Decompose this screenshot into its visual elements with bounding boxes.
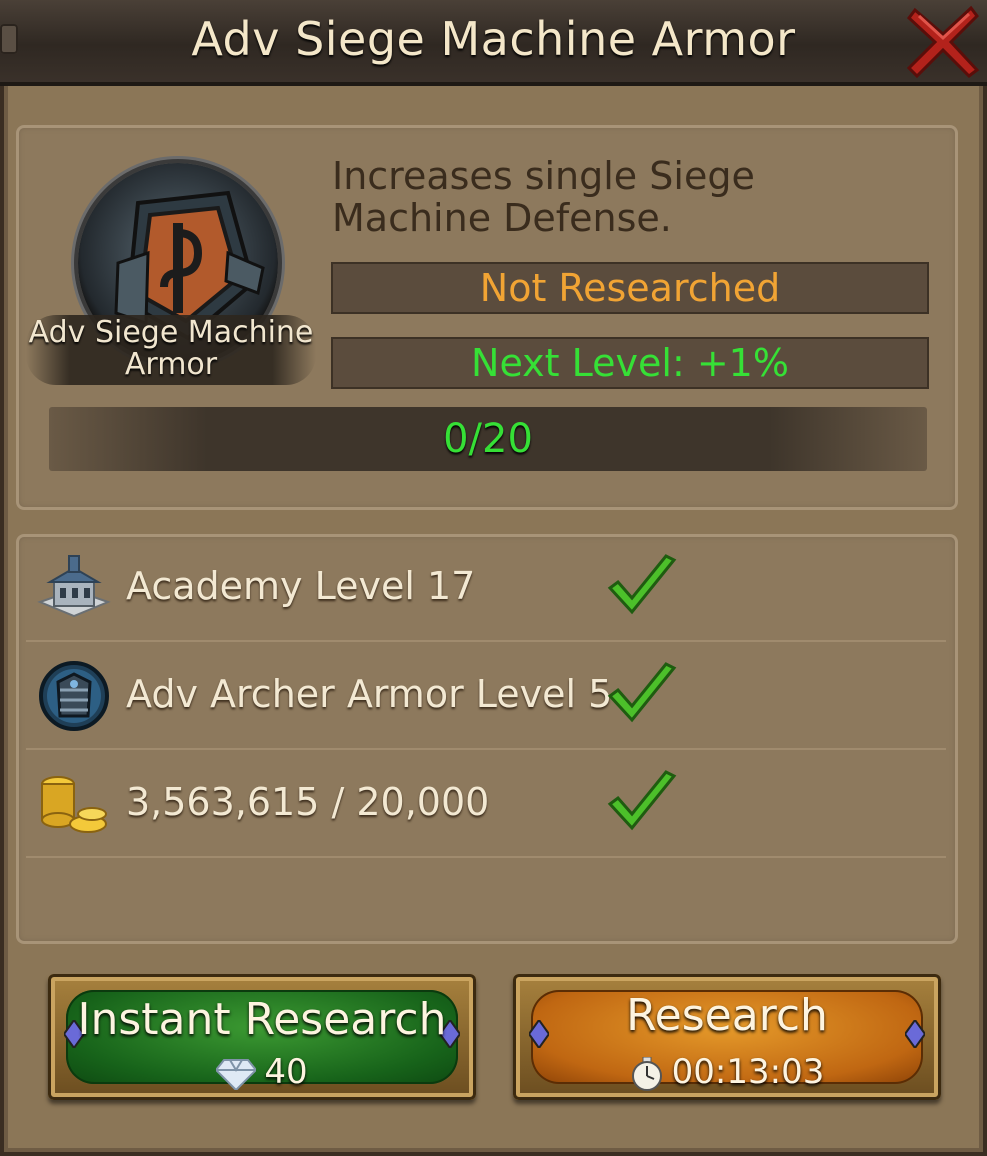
check-icon	[607, 554, 677, 615]
research-progress-bar: 0/20	[49, 407, 927, 471]
title-bar: Adv Siege Machine Armor	[0, 0, 987, 86]
requirement-row: Adv Archer Armor Level 5	[26, 642, 946, 750]
requirement-row: 3,563,615 / 20,000	[26, 750, 946, 858]
progress-text: 0/20	[443, 416, 533, 462]
requirement-row: Academy Level 17	[26, 534, 946, 642]
research-detail-window: Adv Siege Machine Armor Adv Siege Machin…	[0, 0, 987, 1156]
check-icon	[607, 662, 677, 723]
instant-research-cost: 40	[48, 1052, 476, 1092]
stopwatch-icon	[631, 1056, 662, 1091]
next-level-bonus: Next Level: +1%	[331, 337, 929, 389]
research-status: Not Researched	[331, 262, 929, 314]
research-info-panel: Adv Siege Machine Armor Increases single…	[16, 125, 958, 510]
academy-building-icon	[37, 555, 111, 618]
gem-icon	[216, 1058, 257, 1090]
instant-research-label: Instant Research	[77, 994, 447, 1045]
gold-coins-icon	[41, 776, 107, 833]
close-button[interactable]	[905, 4, 981, 80]
archer-armor-icon	[39, 661, 109, 731]
requirement-text: Academy Level 17	[126, 564, 476, 608]
requirements-panel: Academy Level 17 Adv Archer Armor Level …	[16, 534, 958, 944]
research-description: Increases single Siege Machine Defense.	[332, 154, 755, 240]
research-item-name: Adv Siege Machine Armor	[26, 315, 316, 385]
close-icon	[906, 5, 980, 79]
window-title: Adv Siege Machine Armor	[191, 12, 796, 66]
requirement-text: 3,563,615 / 20,000	[126, 780, 490, 824]
research-time: 00:13:03	[513, 1052, 941, 1092]
research-label: Research	[626, 990, 828, 1041]
check-icon	[607, 770, 677, 831]
research-time-value: 00:13:03	[671, 1052, 825, 1092]
gem-cost-value: 40	[264, 1052, 308, 1092]
requirement-text: Adv Archer Armor Level 5	[126, 672, 613, 716]
instant-research-button[interactable]: Instant Research 40	[48, 974, 476, 1100]
research-button[interactable]: Research 00:13:03	[513, 974, 941, 1100]
